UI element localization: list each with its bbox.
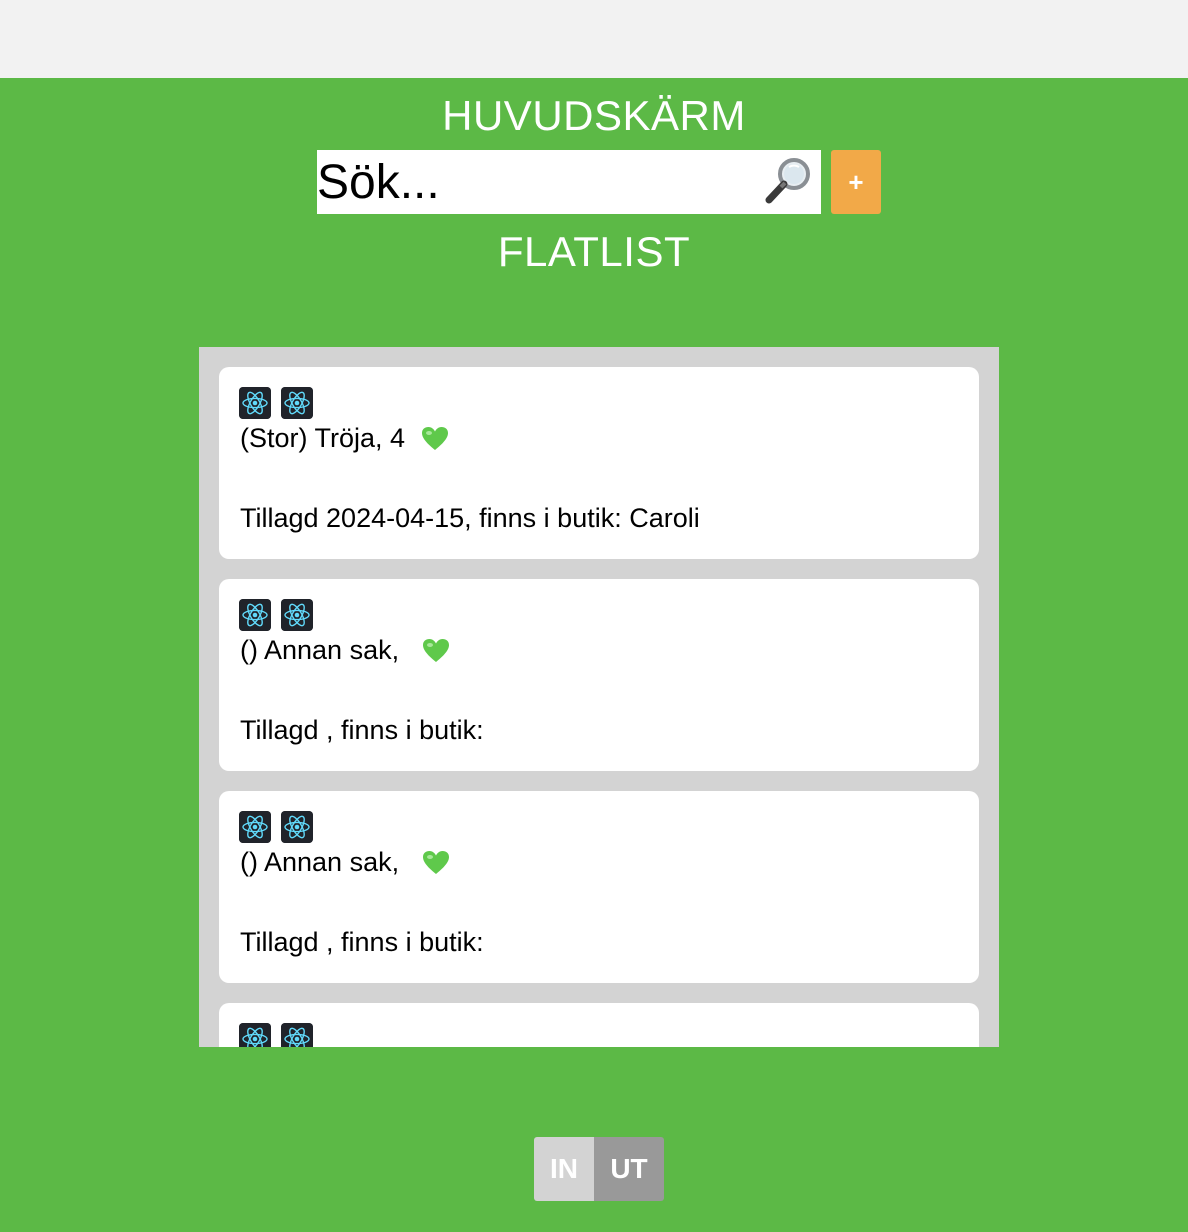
in-ut-toggle[interactable]: IN UT xyxy=(534,1137,664,1201)
item-details: Tillagd , finns i butik: xyxy=(240,715,484,745)
green-heart-icon xyxy=(423,638,450,662)
item-title: (Stor) Tröja, 4 xyxy=(240,423,413,453)
toggle-ut-button[interactable]: UT xyxy=(594,1137,664,1201)
toggle-in-button[interactable]: IN xyxy=(534,1137,594,1201)
item-title: () Annan sak, xyxy=(240,847,415,877)
list-title: FLATLIST xyxy=(497,228,691,275)
react-icon xyxy=(239,811,271,843)
react-icon xyxy=(239,1023,271,1047)
flatlist[interactable]: (Stor) Tröja, 4 Tillagd 2024-04-15, finn… xyxy=(199,347,999,1047)
item-title-line: (Stor) Tröja, 4 xyxy=(240,423,449,454)
list-item[interactable]: () Annan sak, Tillagd , finns i butik: xyxy=(219,791,979,983)
item-title: () Annan sak, xyxy=(240,635,415,665)
green-heart-icon xyxy=(421,426,448,450)
react-icon xyxy=(281,1023,313,1047)
react-icon xyxy=(281,387,313,419)
magnifier-icon[interactable] xyxy=(761,153,817,209)
page-title: HUVUDSKÄRM xyxy=(442,92,746,139)
main-screen: HUVUDSKÄRM + FLATLIST xyxy=(0,78,1188,1232)
item-icons xyxy=(239,811,313,843)
list-item[interactable] xyxy=(219,1003,979,1047)
item-title-line: () Annan sak, xyxy=(240,847,450,878)
search-input[interactable] xyxy=(317,150,757,214)
item-icons xyxy=(239,1023,313,1047)
list-item[interactable]: () Annan sak, Tillagd , finns i butik: xyxy=(219,579,979,771)
list-item[interactable]: (Stor) Tröja, 4 Tillagd 2024-04-15, finn… xyxy=(219,367,979,559)
green-heart-icon xyxy=(423,850,450,874)
react-icon xyxy=(239,599,271,631)
react-icon xyxy=(239,387,271,419)
item-icons xyxy=(239,599,313,631)
item-details: Tillagd , finns i butik: xyxy=(240,927,484,957)
add-button[interactable]: + xyxy=(831,150,881,214)
item-details: Tillagd 2024-04-15, finns i butik: Carol… xyxy=(240,503,700,533)
react-icon xyxy=(281,811,313,843)
react-icon xyxy=(281,599,313,631)
item-icons xyxy=(239,387,313,419)
top-bar xyxy=(0,0,1188,78)
item-title-line: () Annan sak, xyxy=(240,635,450,666)
search-box[interactable] xyxy=(317,150,821,214)
